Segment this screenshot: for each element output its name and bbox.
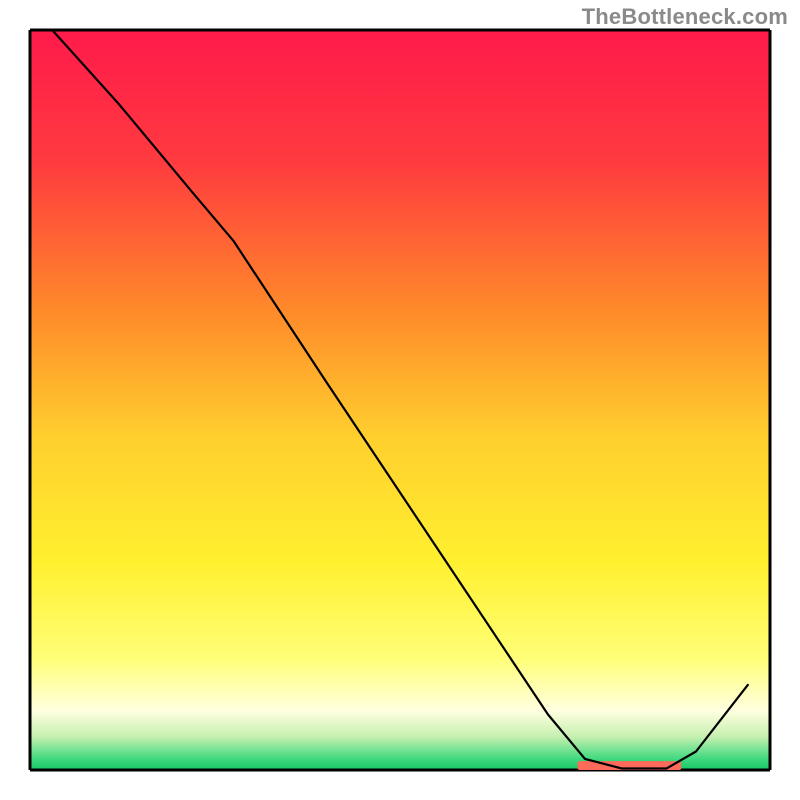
chart-container: TheBottleneck.com bbox=[0, 0, 800, 800]
bottleneck-chart bbox=[0, 0, 800, 800]
